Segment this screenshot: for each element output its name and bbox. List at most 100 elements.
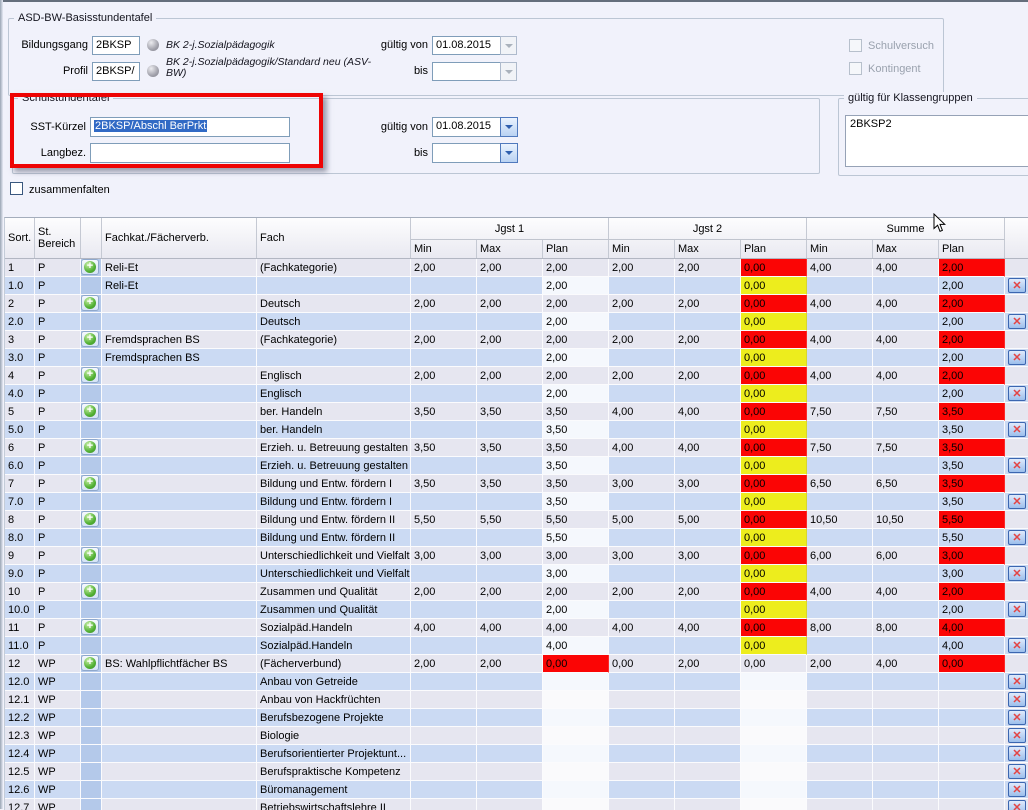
cell-value[interactable]: 5,00	[675, 511, 741, 529]
cell-value[interactable]: 2,00	[411, 367, 477, 385]
cell-value[interactable]: 0,00	[741, 529, 807, 547]
cell-value[interactable]: 4,00	[675, 439, 741, 457]
cell-value[interactable]: 2,00	[675, 655, 741, 673]
cell-value[interactable]	[609, 529, 675, 547]
cell-value[interactable]	[609, 673, 675, 691]
cell-value[interactable]: 0,00	[741, 313, 807, 331]
cell-value[interactable]	[609, 493, 675, 511]
cell-value[interactable]	[411, 763, 477, 781]
basis-bis-field[interactable]	[432, 62, 501, 81]
cell-value[interactable]: 3,00	[543, 547, 609, 565]
cell-value[interactable]: 0,00	[741, 331, 807, 349]
cell-value[interactable]: 5,50	[411, 511, 477, 529]
cell-fach[interactable]: Betriebswirtschaftslehre II	[257, 799, 411, 810]
cell-value[interactable]: 7,50	[873, 439, 939, 457]
cell-value[interactable]: 0,00	[741, 277, 807, 295]
add-row-button plus-icon[interactable]: +	[81, 547, 99, 563]
cell-fach[interactable]: Sozialpäd.Handeln	[257, 637, 411, 655]
cell-value[interactable]: 2,00	[939, 385, 1005, 403]
cell-value[interactable]: 0,00	[741, 583, 807, 601]
cell-value[interactable]	[675, 709, 741, 727]
delete-row-button close-icon[interactable]: ✕	[1008, 638, 1026, 653]
cell-value[interactable]	[675, 763, 741, 781]
sst-gueltig-von-dropdown chevron-down-icon[interactable]	[500, 117, 518, 137]
cell-value[interactable]	[543, 691, 609, 709]
cell-value[interactable]	[609, 421, 675, 439]
cell-fachkat[interactable]	[102, 547, 257, 565]
cell-value[interactable]	[543, 673, 609, 691]
cell-value[interactable]	[477, 601, 543, 619]
cell-value[interactable]	[609, 799, 675, 810]
basis-gueltig-von-field[interactable]: 01.08.2015	[432, 36, 501, 55]
cell-value[interactable]	[675, 457, 741, 475]
cell-fachkat[interactable]	[102, 529, 257, 547]
cell-value[interactable]: 0,00	[741, 637, 807, 655]
cell-value[interactable]	[675, 565, 741, 583]
cell-fachkat[interactable]	[102, 691, 257, 709]
cell-value[interactable]	[939, 781, 1005, 799]
cell-value[interactable]	[411, 457, 477, 475]
cell-fach[interactable]: Unterschiedlichkeit und Vielfalt	[257, 547, 411, 565]
cell-value[interactable]: 2,00	[477, 259, 543, 277]
cell-value[interactable]: 0,00	[741, 601, 807, 619]
cell-value[interactable]: 4,00	[411, 619, 477, 637]
cell-value[interactable]: 3,00	[939, 565, 1005, 583]
cell-value[interactable]: 2,00	[477, 655, 543, 673]
cell-fach[interactable]: Anbau von Hackfrüchten	[257, 691, 411, 709]
cell-value[interactable]	[411, 781, 477, 799]
cell-fachkat[interactable]	[102, 763, 257, 781]
cell-value[interactable]: 2,00	[675, 583, 741, 601]
cell-value[interactable]: 6,00	[807, 547, 873, 565]
cell-value[interactable]: 2,00	[939, 583, 1005, 601]
cell-value[interactable]	[477, 781, 543, 799]
cell-value[interactable]: 2,00	[675, 295, 741, 313]
cell-fach[interactable]: ber. Handeln	[257, 403, 411, 421]
cell-value[interactable]: 5,00	[609, 511, 675, 529]
cell-fachkat[interactable]	[102, 457, 257, 475]
delete-row-button close-icon[interactable]: ✕	[1008, 350, 1026, 365]
cell-value[interactable]: 4,00	[873, 583, 939, 601]
cell-value[interactable]	[873, 763, 939, 781]
cell-value[interactable]	[873, 313, 939, 331]
cell-value[interactable]: 3,50	[477, 475, 543, 493]
cell-value[interactable]	[873, 529, 939, 547]
cell-value[interactable]: 3,50	[543, 457, 609, 475]
cell-value[interactable]	[807, 457, 873, 475]
cell-value[interactable]: 2,00	[543, 277, 609, 295]
cell-value[interactable]	[411, 349, 477, 367]
delete-row-button close-icon[interactable]: ✕	[1008, 692, 1026, 707]
cell-fach[interactable]: (Fächerverbund)	[257, 655, 411, 673]
cell-value[interactable]	[807, 493, 873, 511]
cell-value[interactable]: 4,00	[873, 331, 939, 349]
cell-value[interactable]	[609, 763, 675, 781]
cell-value[interactable]: 3,00	[609, 547, 675, 565]
cell-fach[interactable]: Büromanagement	[257, 781, 411, 799]
cell-value[interactable]: 0,00	[741, 349, 807, 367]
cell-value[interactable]	[411, 421, 477, 439]
cell-value[interactable]	[807, 673, 873, 691]
cell-value[interactable]: 0,00	[939, 655, 1005, 673]
cell-fachkat[interactable]	[102, 619, 257, 637]
delete-row-button close-icon[interactable]: ✕	[1008, 566, 1026, 581]
cell-fach[interactable]: Deutsch	[257, 295, 411, 313]
cell-value[interactable]	[873, 349, 939, 367]
cell-fachkat[interactable]	[102, 673, 257, 691]
cell-value[interactable]: 2,00	[609, 367, 675, 385]
add-row-button plus-icon[interactable]: +	[81, 439, 99, 455]
cell-value[interactable]: 4,00	[939, 619, 1005, 637]
cell-value[interactable]	[543, 727, 609, 745]
cell-fach[interactable]: ber. Handeln	[257, 421, 411, 439]
cell-value[interactable]: 3,50	[939, 421, 1005, 439]
cell-value[interactable]	[807, 799, 873, 810]
cell-value[interactable]	[477, 799, 543, 810]
cell-value[interactable]	[411, 493, 477, 511]
cell-value[interactable]	[807, 601, 873, 619]
cell-fachkat[interactable]	[102, 583, 257, 601]
cell-value[interactable]: 2,00	[609, 295, 675, 313]
add-row-button plus-icon[interactable]: +	[81, 403, 99, 419]
sst-gueltig-von-field[interactable]: 01.08.2015	[432, 117, 501, 137]
cell-value[interactable]	[609, 385, 675, 403]
cell-value[interactable]	[411, 601, 477, 619]
bildungsgang-field[interactable]: 2BKSP	[92, 36, 140, 55]
cell-value[interactable]	[873, 565, 939, 583]
